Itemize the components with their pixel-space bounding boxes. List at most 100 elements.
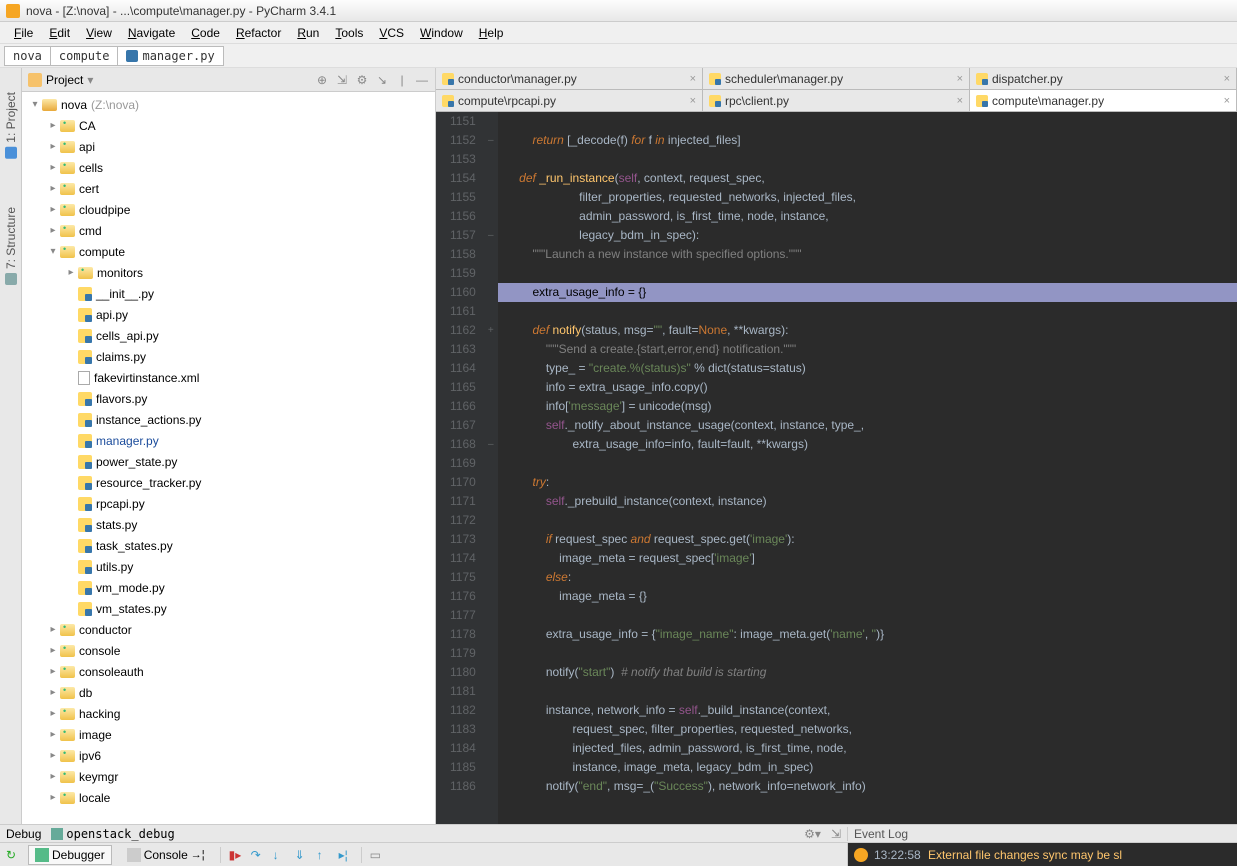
menu-run[interactable]: Run — [291, 24, 325, 42]
python-file-icon — [709, 73, 721, 85]
tree-item[interactable]: cells_api.py — [22, 325, 435, 346]
tree-item[interactable]: vm_states.py — [22, 598, 435, 619]
editor-tabs-row-2[interactable]: compute\rpcapi.py×rpc\client.py×compute\… — [436, 90, 1237, 112]
close-icon[interactable]: × — [957, 95, 963, 107]
menu-refactor[interactable]: Refactor — [230, 24, 287, 42]
tree-item[interactable]: ▸conductor — [22, 619, 435, 640]
menu-edit[interactable]: Edit — [43, 24, 76, 42]
tree-item[interactable]: api.py — [22, 304, 435, 325]
tree-item-label: consoleauth — [79, 665, 144, 679]
tree-item[interactable]: ▸cells — [22, 157, 435, 178]
step-into-icon[interactable]: ↓ — [273, 848, 287, 862]
project-tool-tab[interactable]: 1: Project — [2, 88, 20, 163]
tree-item[interactable]: task_states.py — [22, 535, 435, 556]
editor-tab[interactable]: rpc\client.py× — [703, 90, 970, 111]
tree-item[interactable]: power_state.py — [22, 451, 435, 472]
editor-tabs-row-1[interactable]: conductor\manager.py×scheduler\manager.p… — [436, 68, 1237, 90]
tree-item[interactable]: manager.py — [22, 430, 435, 451]
menu-tools[interactable]: Tools — [329, 24, 369, 42]
tree-item[interactable]: rpcapi.py — [22, 493, 435, 514]
close-icon[interactable]: × — [690, 73, 696, 85]
scroll-from-source-icon[interactable]: ⊕ — [315, 73, 329, 87]
debugger-toolbar[interactable]: ↻ Debugger Console →¦ ▮▸ ↷ ↓ ⇓ ↑ ▸¦ ▭ 13… — [0, 842, 1237, 866]
tree-item[interactable]: ▸api — [22, 136, 435, 157]
tree-item[interactable]: resource_tracker.py — [22, 472, 435, 493]
code-editor[interactable]: 1151115211531154115511561157115811591160… — [436, 112, 1237, 824]
tree-item[interactable]: ▸keymgr — [22, 766, 435, 787]
tree-item[interactable]: ▸CA — [22, 115, 435, 136]
fold-column[interactable]: ––+– — [484, 112, 498, 824]
menu-window[interactable]: Window — [414, 24, 469, 42]
tree-item[interactable]: vm_mode.py — [22, 577, 435, 598]
project-tree[interactable]: ▾nova(Z:\nova)▸CA▸api▸cells▸cert▸cloudpi… — [22, 92, 435, 824]
tree-item[interactable]: ▾compute — [22, 241, 435, 262]
hide-icon[interactable]: ↘ — [375, 73, 389, 87]
evaluate-icon[interactable]: ▭ — [370, 848, 384, 862]
debugger-tab[interactable]: Debugger — [28, 845, 112, 865]
menu-navigate[interactable]: Navigate — [122, 24, 181, 42]
run-to-cursor-icon[interactable]: ▸¦ — [339, 848, 353, 862]
run-config-name[interactable]: openstack_debug — [66, 827, 174, 841]
menu-file[interactable]: File — [8, 24, 39, 42]
tree-item[interactable]: ▸monitors — [22, 262, 435, 283]
force-step-into-icon[interactable]: ⇓ — [295, 848, 309, 862]
debug-tool-label[interactable]: Debug — [6, 827, 41, 841]
editor-tab[interactable]: conductor\manager.py× — [436, 68, 703, 89]
breadcrumb-item[interactable]: nova — [4, 46, 51, 66]
close-icon[interactable]: × — [690, 95, 696, 107]
menu-help[interactable]: Help — [473, 24, 510, 42]
close-icon[interactable]: × — [1224, 95, 1230, 107]
collapse-all-icon[interactable]: ⇲ — [335, 73, 349, 87]
minimize-icon[interactable]: — — [415, 73, 429, 87]
settings-gear-icon[interactable]: ⚙ — [355, 73, 369, 87]
tree-item[interactable]: __init__.py — [22, 283, 435, 304]
resume-icon[interactable]: ▮▸ — [229, 848, 243, 862]
tree-item-label: stats.py — [96, 518, 137, 532]
editor-tab[interactable]: compute\manager.py× — [970, 90, 1237, 111]
step-over-icon[interactable]: ↷ — [251, 848, 265, 862]
step-out-icon[interactable]: ↑ — [317, 848, 331, 862]
tree-item[interactable]: instance_actions.py — [22, 409, 435, 430]
tree-item[interactable]: ▸hacking — [22, 703, 435, 724]
code-area[interactable]: return [_decode(f) for f in injected_fil… — [498, 112, 1237, 824]
tree-item[interactable]: fakevirtinstance.xml — [22, 367, 435, 388]
settings-gear-icon[interactable]: ⚙▾ — [804, 827, 821, 841]
console-tab[interactable]: Console →¦ — [120, 845, 212, 865]
tree-item[interactable]: ▸ipv6 — [22, 745, 435, 766]
menu-bar[interactable]: FileEditViewNavigateCodeRefactorRunTools… — [0, 22, 1237, 44]
pin-icon[interactable]: ⇲ — [831, 827, 841, 841]
rerun-icon[interactable]: ↻ — [6, 848, 20, 862]
tool-window-bar[interactable]: Debug openstack_debug ⚙▾ ⇲ Event Log — [0, 824, 1237, 842]
tree-item[interactable]: ▸image — [22, 724, 435, 745]
editor-tab[interactable]: scheduler\manager.py× — [703, 68, 970, 89]
tree-item[interactable]: ▸consoleauth — [22, 661, 435, 682]
tree-item-label: utils.py — [96, 560, 133, 574]
python-file-icon — [78, 539, 92, 553]
breadcrumb-item[interactable]: manager.py — [117, 46, 223, 66]
close-icon[interactable]: × — [1224, 73, 1230, 85]
event-log-label[interactable]: Event Log — [847, 827, 1237, 841]
menu-vcs[interactable]: VCS — [373, 24, 410, 42]
editor-tab[interactable]: dispatcher.py× — [970, 68, 1237, 89]
left-tool-stripe[interactable]: 1: Project 7: Structure — [0, 68, 22, 824]
project-title: Project — [46, 73, 83, 87]
tree-item[interactable]: ▸cloudpipe — [22, 199, 435, 220]
menu-code[interactable]: Code — [185, 24, 226, 42]
tree-item[interactable]: ▸locale — [22, 787, 435, 808]
tree-item[interactable]: ▸cert — [22, 178, 435, 199]
tree-item[interactable]: ▸console — [22, 640, 435, 661]
menu-view[interactable]: View — [80, 24, 118, 42]
breadcrumb-item[interactable]: compute — [50, 46, 119, 66]
tree-item[interactable]: ▸db — [22, 682, 435, 703]
tree-item-label: hacking — [79, 707, 120, 721]
editor-tab[interactable]: compute\rpcapi.py× — [436, 90, 703, 111]
tree-item[interactable]: claims.py — [22, 346, 435, 367]
tree-item[interactable]: ▾nova(Z:\nova) — [22, 94, 435, 115]
tree-item[interactable]: flavors.py — [22, 388, 435, 409]
tree-item[interactable]: stats.py — [22, 514, 435, 535]
structure-tool-tab[interactable]: 7: Structure — [2, 203, 20, 289]
tree-item[interactable]: ▸cmd — [22, 220, 435, 241]
python-file-icon — [78, 434, 92, 448]
close-icon[interactable]: × — [957, 73, 963, 85]
tree-item[interactable]: utils.py — [22, 556, 435, 577]
